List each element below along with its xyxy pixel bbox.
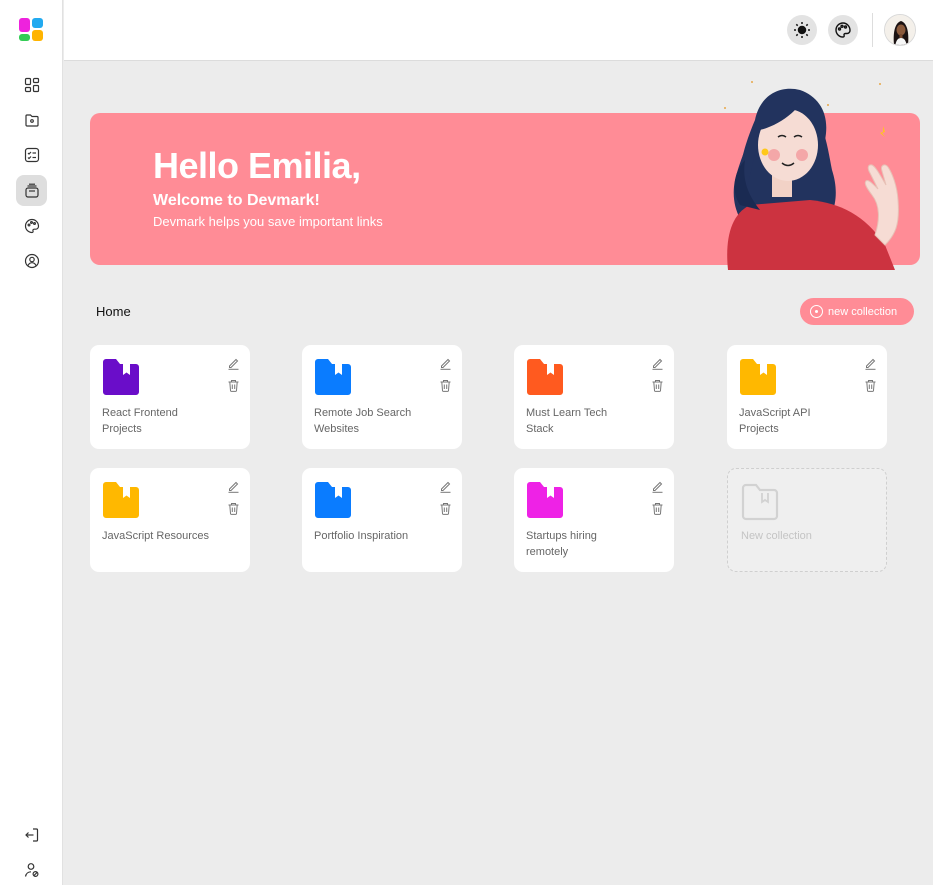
- delete-icon[interactable]: [439, 502, 452, 515]
- sidebar-item-tasks[interactable]: [16, 139, 47, 170]
- collection-card[interactable]: Portfolio Inspiration: [302, 468, 462, 572]
- theme-toggle-button[interactable]: [787, 15, 817, 45]
- dashboard-icon: [24, 77, 39, 92]
- edit-icon[interactable]: [227, 357, 240, 370]
- palette-button[interactable]: [828, 15, 858, 45]
- banner-subtitle: Devmark helps you save important links: [153, 214, 383, 229]
- app-logo[interactable]: [19, 18, 45, 44]
- delete-icon[interactable]: [227, 502, 240, 515]
- breadcrumb-home: Home: [96, 304, 131, 319]
- edit-icon[interactable]: [651, 480, 664, 493]
- sidebar-item-collections[interactable]: [16, 175, 47, 206]
- new-collection-label: new collection: [828, 305, 898, 318]
- avatar-portrait-icon: [885, 15, 915, 45]
- folder-icon: [24, 113, 39, 127]
- logout-icon: [24, 827, 38, 842]
- collection-card[interactable]: Remote Job Search Websites: [302, 345, 462, 449]
- folder-bookmark-icon: [527, 359, 563, 395]
- waving-girl-illustration: [724, 81, 899, 270]
- delete-icon[interactable]: [651, 502, 664, 515]
- collection-title: React Frontend Projects: [102, 407, 178, 435]
- profile-icon: [24, 253, 39, 268]
- delete-icon[interactable]: [439, 379, 452, 392]
- delete-icon[interactable]: [651, 379, 664, 392]
- collection-card[interactable]: React Frontend Projects: [90, 345, 250, 449]
- collections-icon: [24, 183, 39, 198]
- collection-card[interactable]: JavaScript Resources: [90, 468, 250, 572]
- folder-bookmark-icon: [103, 359, 139, 395]
- new-collection-card[interactable]: New collection: [727, 468, 887, 572]
- sidebar-item-profile[interactable]: [16, 245, 47, 276]
- collection-card[interactable]: Must Learn Tech Stack: [514, 345, 674, 449]
- sidebar: [0, 0, 63, 885]
- avatar[interactable]: [884, 14, 916, 46]
- collection-title: Portfolio Inspiration: [314, 530, 409, 542]
- banner-greeting: Hello Emilia,: [153, 145, 361, 186]
- collection-title: JavaScript Resources: [102, 530, 209, 542]
- top-bar: [64, 0, 933, 61]
- edit-icon[interactable]: [651, 357, 664, 370]
- new-collection-card-label: New collection: [741, 530, 812, 542]
- topbar-divider: [872, 13, 873, 47]
- collection-title: Startups hiring remotely: [526, 530, 597, 558]
- sidebar-item-dashboard[interactable]: [16, 69, 47, 100]
- folder-bookmark-icon: [315, 482, 351, 518]
- collection-title: Must Learn Tech Stack: [526, 407, 608, 435]
- collection-title: JavaScript API Projects: [739, 407, 811, 435]
- palette-icon: [835, 22, 851, 38]
- edit-icon[interactable]: [439, 357, 452, 370]
- banner-welcome: Welcome to Devmark!: [153, 192, 320, 209]
- logout-button[interactable]: [16, 819, 47, 850]
- empty-folder-icon: [741, 483, 779, 521]
- collection-title: Remote Job Search Websites: [314, 407, 412, 435]
- collection-card[interactable]: JavaScript API Projects: [727, 345, 887, 449]
- delete-icon[interactable]: [864, 379, 877, 392]
- folder-bookmark-icon: [740, 359, 776, 395]
- collection-card[interactable]: Startups hiring remotely: [514, 468, 674, 572]
- sidebar-item-folders[interactable]: [16, 104, 47, 135]
- edit-icon[interactable]: [864, 357, 877, 370]
- user-settings-button[interactable]: [16, 854, 47, 885]
- user-settings-icon: [24, 862, 39, 877]
- new-collection-button[interactable]: new collection: [800, 298, 914, 325]
- checklist-icon: [24, 147, 39, 162]
- edit-icon[interactable]: [227, 480, 240, 493]
- delete-icon[interactable]: [227, 379, 240, 392]
- folder-bookmark-icon: [103, 482, 139, 518]
- sidebar-item-themes[interactable]: [16, 210, 47, 241]
- palette-icon: [24, 218, 39, 233]
- folder-bookmark-icon: [315, 359, 351, 395]
- sun-icon: [794, 22, 810, 38]
- edit-icon[interactable]: [439, 480, 452, 493]
- folder-bookmark-icon: [527, 482, 563, 518]
- add-circle-icon: [810, 305, 823, 318]
